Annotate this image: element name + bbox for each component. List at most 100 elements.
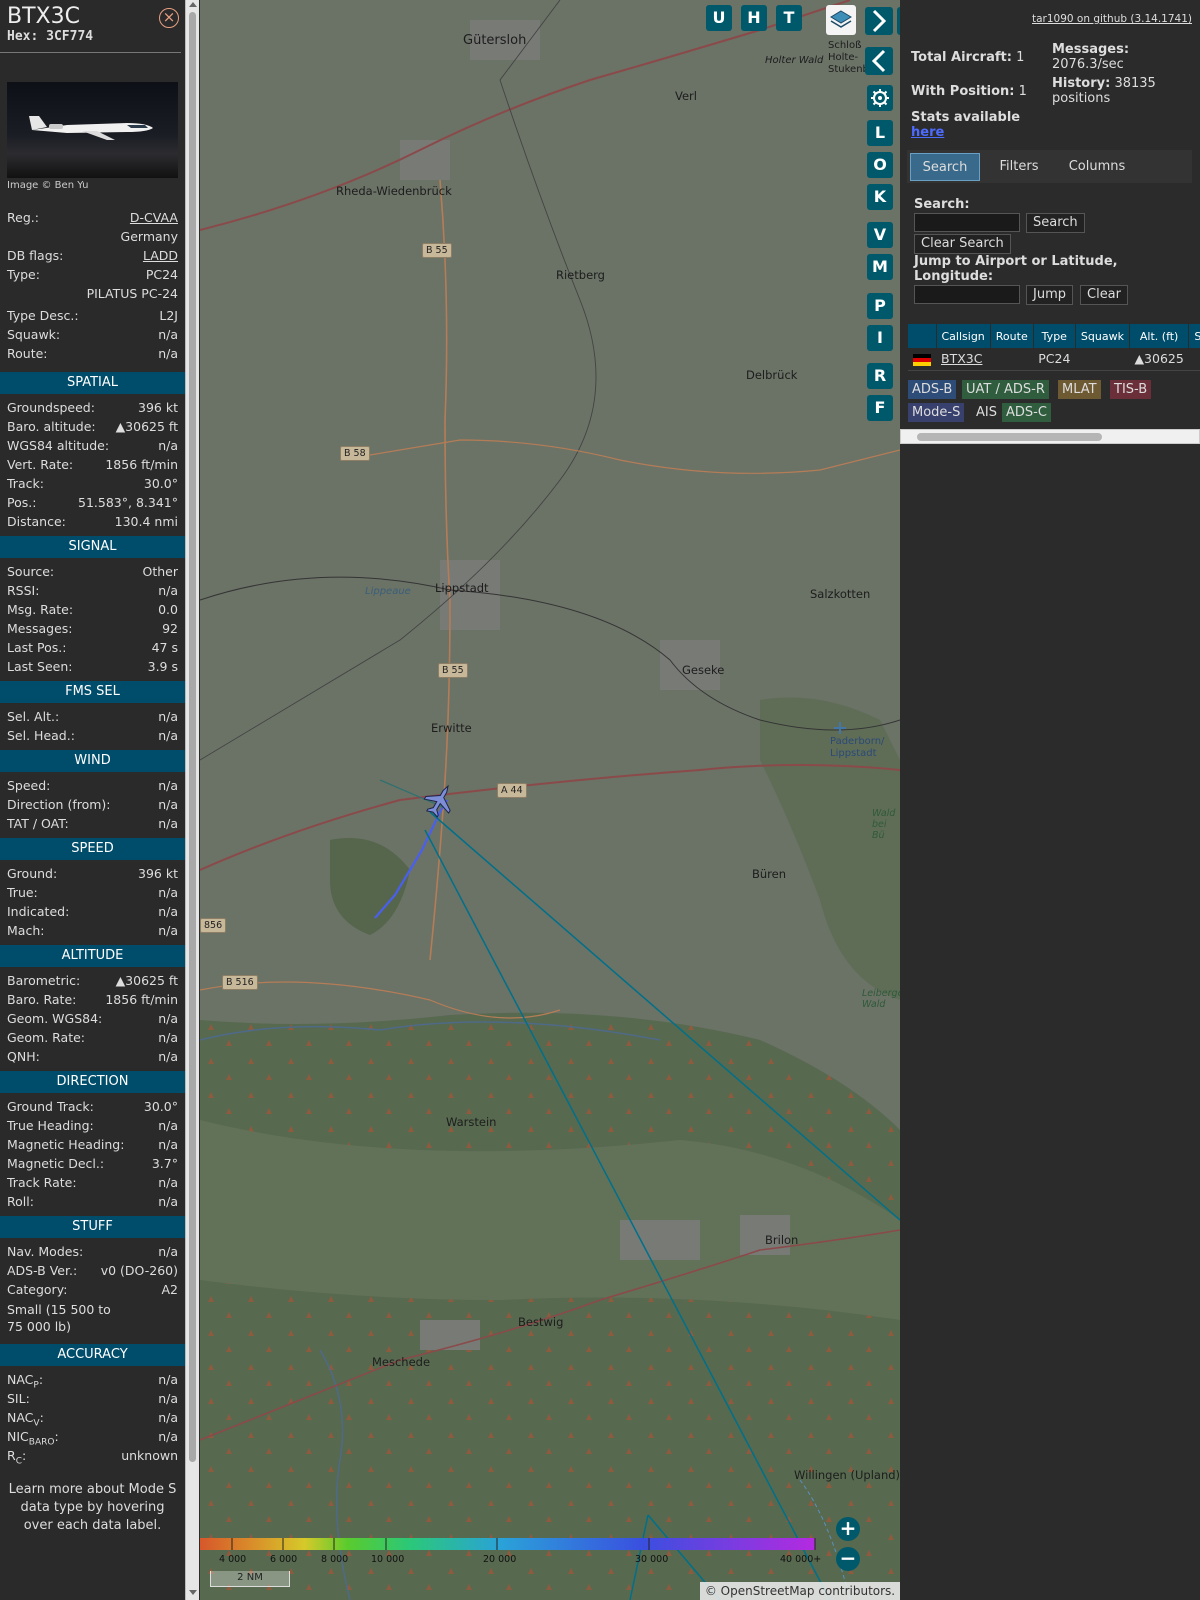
detail-label[interactable]: ADS-B Ver.: (7, 1261, 77, 1280)
table-horizontal-scrollbar[interactable] (900, 429, 1200, 444)
map-toggle-p-button[interactable]: P (867, 293, 893, 319)
toggle-t-button[interactable]: T (776, 5, 802, 31)
table-row[interactable]: BTX3C PC24 ▲30625 (908, 348, 1200, 371)
info-row: PILATUS PC-24 (0, 284, 185, 303)
layers-icon[interactable] (826, 5, 856, 35)
detail-label[interactable]: Baro. altitude: (7, 417, 96, 436)
github-link[interactable]: tar1090 on github (3.14.1741) (1032, 13, 1192, 25)
detail-label[interactable]: Geom. Rate: (7, 1028, 85, 1047)
map-town-label: Rheda-Wiedenbrück (336, 184, 452, 198)
close-icon[interactable]: × (159, 8, 179, 28)
clear-button[interactable]: Clear (1080, 285, 1128, 305)
tab-filters[interactable]: Filters (984, 153, 1054, 181)
detail-label[interactable]: Pos.: (7, 493, 36, 512)
detail-label[interactable]: Source: (7, 562, 54, 581)
detail-label[interactable]: Vert. Rate: (7, 455, 73, 474)
detail-label[interactable]: Last Pos.: (7, 638, 66, 657)
column-header[interactable]: Spd (1188, 324, 1200, 348)
column-header[interactable]: Alt. (ft) (1129, 324, 1190, 348)
jump-button[interactable]: Jump (1026, 285, 1073, 305)
info-value[interactable]: D-CVAA (130, 208, 178, 227)
section-header-direction[interactable]: DIRECTION (0, 1071, 185, 1093)
map-toggle-r-button[interactable]: R (867, 363, 893, 389)
clear-search-button[interactable]: Clear Search (914, 234, 1011, 254)
section-header-signal[interactable]: SIGNAL (0, 536, 185, 558)
column-header[interactable]: Type (1033, 324, 1076, 348)
section-header-spatial[interactable]: SPATIAL (0, 372, 185, 394)
section-header-fms-sel[interactable]: FMS SEL (0, 681, 185, 703)
detail-label[interactable]: Barometric: (7, 971, 80, 990)
detail-value: n/a (158, 816, 178, 831)
detail-label[interactable]: True: (7, 883, 38, 902)
section-header-altitude[interactable]: ALTITUDE (0, 945, 185, 967)
detail-label[interactable]: Geom. WGS84: (7, 1009, 102, 1028)
map-toggle-l-button[interactable]: L (867, 120, 893, 146)
color-legend-label: 4 000 (219, 1554, 247, 1565)
info-label: Route: (7, 346, 48, 361)
detail-label[interactable]: Direction (from): (7, 795, 111, 814)
detail-label[interactable]: Sel. Head.: (7, 726, 75, 745)
settings-gear-icon[interactable] (867, 85, 893, 111)
map-toggle-f-button[interactable]: F (867, 395, 893, 421)
detail-label[interactable]: TAT / OAT: (7, 814, 69, 833)
detail-label[interactable]: Baro. Rate: (7, 990, 76, 1009)
detail-label[interactable]: Small (15 500 to 75 000 lb) (7, 1301, 127, 1335)
toggle-u-button[interactable]: U (706, 5, 732, 31)
detail-label[interactable]: Magnetic Decl.: (7, 1154, 104, 1173)
detail-label[interactable]: Category: (7, 1280, 67, 1299)
section-header-accuracy[interactable]: ACCURACY (0, 1344, 185, 1366)
detail-label[interactable]: RC: (7, 1446, 26, 1472)
info-value[interactable]: LADD (143, 246, 178, 265)
stats-link[interactable]: here (911, 125, 944, 140)
detail-label[interactable]: SIL: (7, 1389, 30, 1408)
jump-input[interactable] (914, 285, 1020, 304)
detail-label[interactable]: Indicated: (7, 902, 69, 921)
column-header[interactable]: Callsign (936, 324, 991, 348)
tab-columns[interactable]: Columns (1057, 153, 1137, 181)
column-header[interactable]: Squawk (1075, 324, 1130, 348)
map-toggle-v-button[interactable]: V (867, 222, 893, 248)
detail-label[interactable]: Ground: (7, 864, 57, 883)
zoom-out-button[interactable]: − (836, 1547, 860, 1571)
collapse-sidebar-icon[interactable] (865, 47, 893, 75)
callsign-cell[interactable]: BTX3C (936, 348, 991, 371)
section-header-stuff[interactable]: STUFF (0, 1216, 185, 1238)
sidebar-scrollbar[interactable] (185, 0, 199, 1600)
detail-label[interactable]: Nav. Modes: (7, 1242, 83, 1261)
detail-label[interactable]: Messages: (7, 619, 73, 638)
detail-label[interactable]: True Heading: (7, 1116, 94, 1135)
map-toggle-m-button[interactable]: M (867, 254, 893, 280)
detail-label[interactable]: Msg. Rate: (7, 600, 73, 619)
detail-label[interactable]: Roll: (7, 1192, 34, 1211)
tab-search[interactable]: Search (910, 153, 980, 181)
search-button[interactable]: Search (1026, 213, 1085, 233)
detail-label[interactable]: Groundspeed: (7, 398, 95, 417)
detail-label[interactable]: Last Seen: (7, 657, 72, 676)
zoom-in-button[interactable]: + (836, 1517, 860, 1541)
detail-label[interactable]: Track Rate: (7, 1173, 77, 1192)
detail-label[interactable]: Sel. Alt.: (7, 707, 59, 726)
detail-row: Geom. Rate: n/a (0, 1028, 185, 1047)
detail-label[interactable]: QNH: (7, 1047, 40, 1066)
column-header[interactable]: Route (990, 324, 1034, 348)
expand-sidebar-icon[interactable] (865, 7, 893, 35)
map-toggle-k-button[interactable]: K (867, 184, 893, 210)
detail-label[interactable]: WGS84 altitude: (7, 436, 109, 455)
section-header-wind[interactable]: WIND (0, 750, 185, 772)
map-toggle-i-button[interactable]: I (867, 325, 893, 351)
aircraft-photo[interactable] (7, 82, 178, 178)
map-toggle-o-button[interactable]: O (867, 152, 893, 178)
detail-label[interactable]: Speed: (7, 776, 50, 795)
search-input[interactable] (914, 213, 1020, 232)
detail-label[interactable]: Distance: (7, 512, 66, 531)
column-header[interactable] (908, 324, 937, 348)
detail-label[interactable]: Mach: (7, 921, 44, 940)
section-header-speed[interactable]: SPEED (0, 838, 185, 860)
map-view[interactable]: Gütersloh Verl Schloß Holte-Stukenbrock … (200, 0, 900, 1600)
detail-label[interactable]: RSSI: (7, 581, 39, 600)
detail-label[interactable]: Ground Track: (7, 1097, 94, 1116)
map-attribution[interactable]: © OpenStreetMap contributors. (700, 1582, 900, 1600)
detail-label[interactable]: Magnetic Heading: (7, 1135, 124, 1154)
detail-label[interactable]: Track: (7, 474, 44, 493)
toggle-h-button[interactable]: H (741, 5, 767, 31)
